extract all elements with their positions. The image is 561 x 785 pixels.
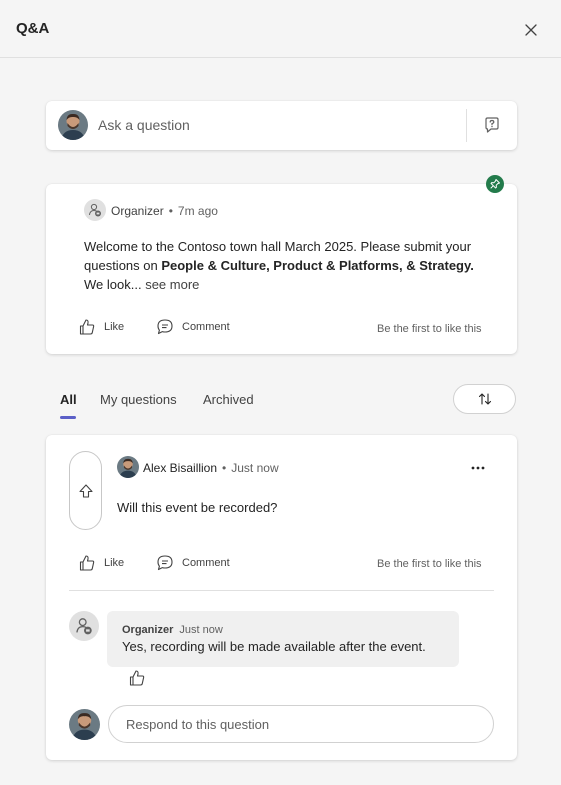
divider (69, 590, 494, 591)
like-label: Like (104, 321, 125, 333)
close-icon (525, 24, 537, 36)
question-meta: Alex Bisaillion • Just now (143, 461, 279, 475)
question-text: Will this event be recorded? (117, 500, 278, 515)
sort-button[interactable] (453, 384, 516, 414)
like-icon (129, 670, 145, 686)
ask-question-icon (485, 117, 499, 133)
announcement-meta: Organizer • 7m ago (111, 204, 218, 218)
reply-like-button[interactable] (128, 669, 146, 687)
reply-timestamp: Just now (179, 624, 223, 636)
active-tab-indicator (60, 416, 76, 419)
like-count-text: Be the first to like this (377, 323, 482, 335)
tab-my-questions[interactable]: My questions (100, 392, 177, 407)
comment-label: Comment (182, 321, 230, 333)
divider (466, 109, 467, 142)
ask-question-input[interactable]: Ask a question (98, 117, 190, 133)
reply-organizer-avatar (69, 611, 99, 641)
announcement-text: Welcome to the Contoso town hall March 2… (84, 237, 484, 294)
like-icon (79, 555, 95, 571)
panel-title: Q&A (16, 20, 50, 37)
organizer-icon (89, 203, 101, 217)
close-button[interactable] (521, 20, 541, 40)
sort-icon (478, 393, 491, 405)
author-name: Organizer (111, 204, 164, 218)
upvote-button[interactable] (69, 451, 102, 530)
see-more-link[interactable]: see more (145, 277, 199, 292)
question-comment-button[interactable]: Comment (156, 554, 230, 572)
upvote-icon (78, 483, 93, 498)
question-timestamp: Just now (231, 461, 279, 475)
tab-all[interactable]: All (60, 392, 77, 407)
timestamp: 7m ago (177, 204, 218, 218)
reply-bubble: Organizer Just now Yes, recording will be… (107, 611, 459, 667)
organizer-avatar (84, 199, 106, 221)
user-avatar (69, 709, 100, 740)
pin-icon (490, 179, 500, 189)
question-author-name: Alex Bisaillion (143, 461, 218, 475)
more-icon (471, 466, 485, 470)
question-card: Alex Bisaillion • Just now Will this event… (46, 435, 517, 760)
pinned-badge (486, 175, 504, 193)
reply-text: Yes, recording will be made available af… (122, 639, 426, 654)
comment-icon (157, 319, 173, 335)
organizer-icon (76, 618, 92, 635)
announcement-text-bold: People & Culture, Product & Platforms, &… (161, 258, 474, 273)
meta-separator: • (168, 204, 173, 218)
like-icon (79, 319, 95, 335)
question-like-count-text: Be the first to like this (377, 558, 482, 570)
ask-question-card: Ask a question (46, 101, 517, 150)
user-avatar (58, 110, 88, 140)
meta-separator: • (222, 461, 227, 475)
announcement-text-end: We look... (84, 277, 146, 292)
announcement-card: Organizer • 7m ago Welcome to the Contoso … (46, 184, 517, 354)
comment-icon (157, 555, 173, 571)
reply-author-name: Organizer (122, 624, 174, 636)
more-options-button[interactable] (468, 461, 488, 475)
question-like-button[interactable]: Like (78, 554, 124, 572)
tab-archived[interactable]: Archived (203, 392, 254, 407)
ask-question-button[interactable] (482, 115, 502, 135)
comment-label: Comment (182, 557, 230, 569)
like-label: Like (104, 557, 125, 569)
question-author-avatar (117, 456, 139, 478)
panel-header: Q&A (0, 0, 561, 58)
like-button[interactable]: Like (78, 318, 124, 336)
respond-input[interactable]: Respond to this question (108, 705, 494, 743)
reply-meta: Organizer Just now (122, 624, 223, 636)
comment-button[interactable]: Comment (156, 318, 230, 336)
